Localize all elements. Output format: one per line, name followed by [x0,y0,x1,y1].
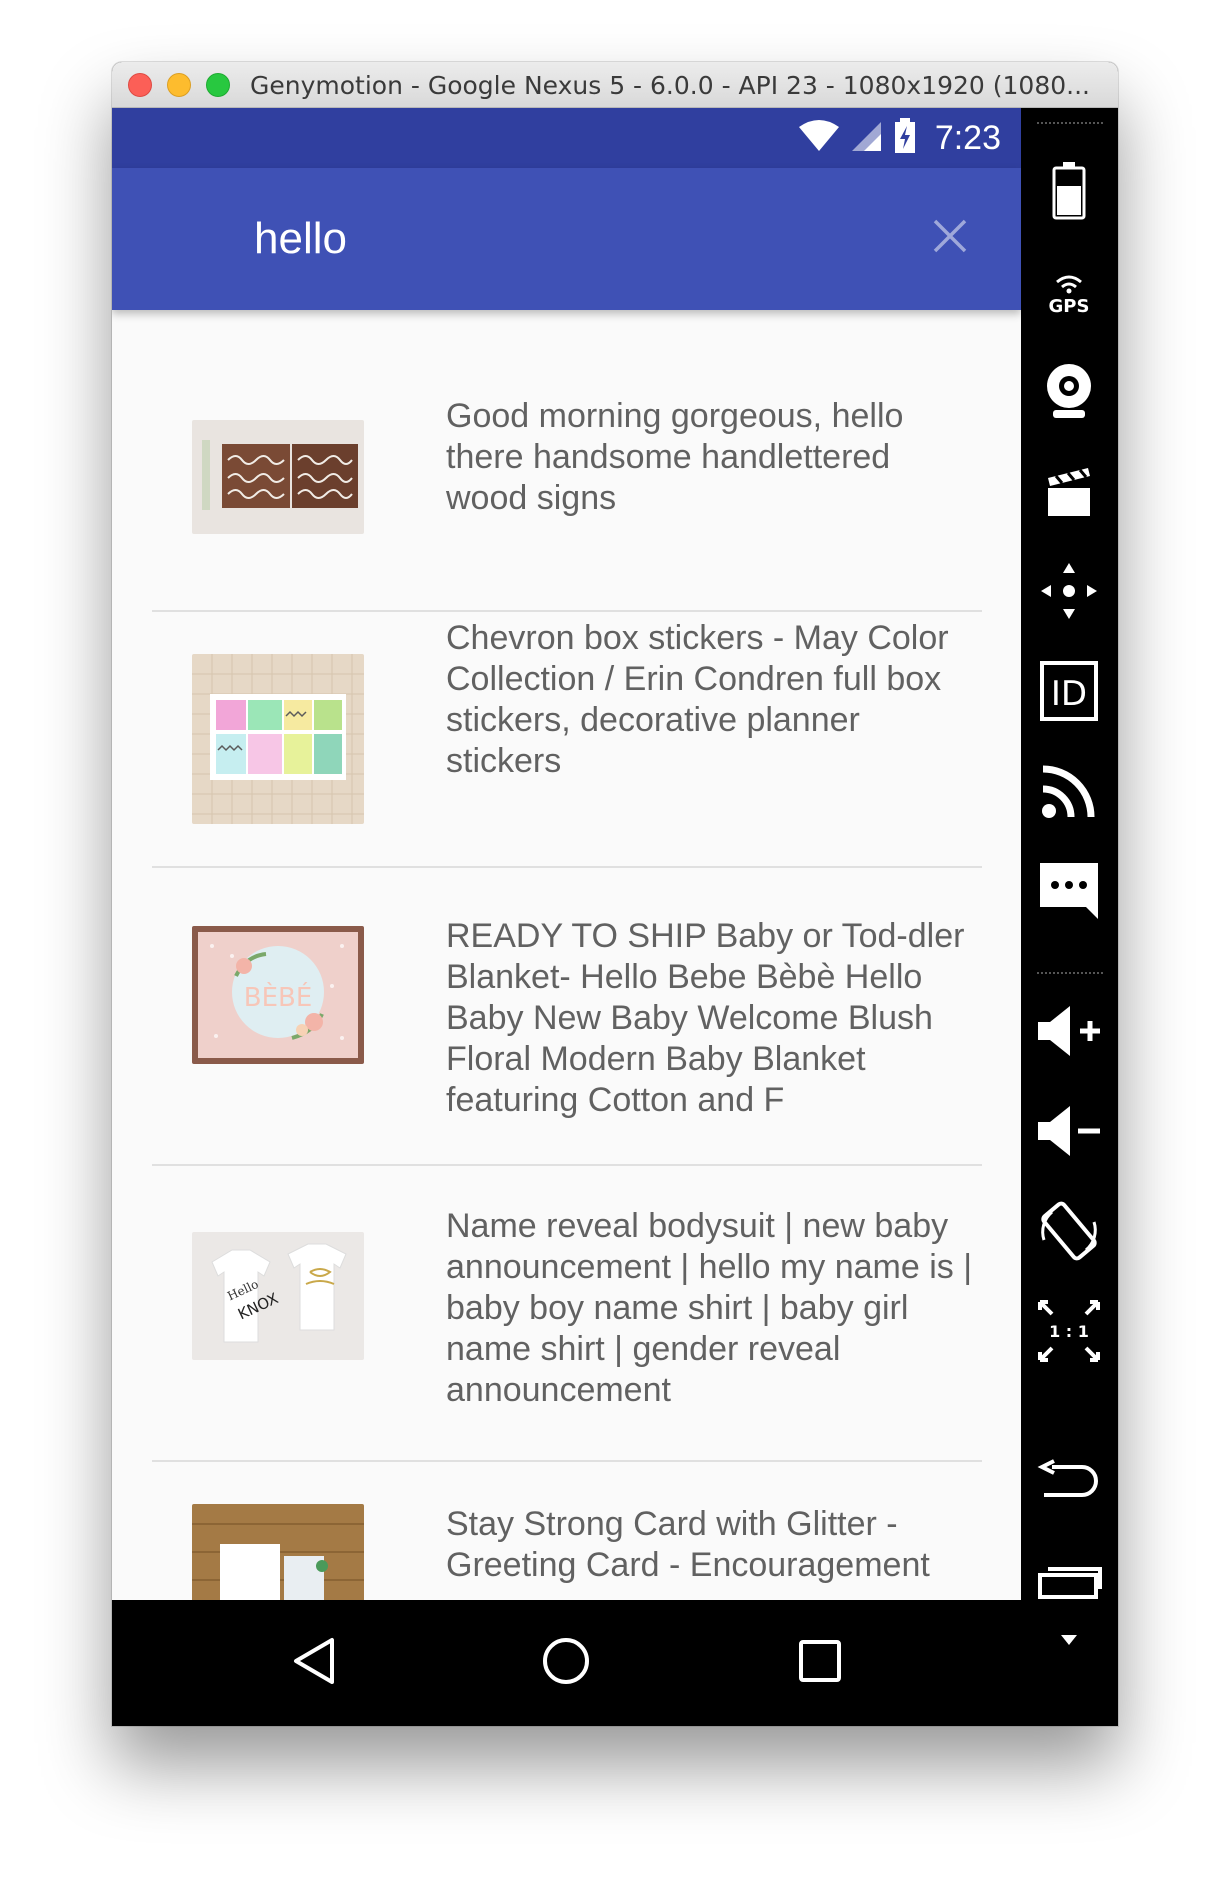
recents-button[interactable] [790,1633,850,1693]
zoom-window-button[interactable] [206,73,230,97]
back-triangle-icon [292,1636,336,1691]
recents-square-icon [798,1639,842,1688]
volume-up-button[interactable] [1036,998,1102,1068]
window-titlebar: Genymotion - Google Nexus 5 - 6.0.0 - AP… [112,62,1118,108]
bodysuit-thumbnail: Hello KNOX [192,1232,364,1360]
pixel-perfect-button[interactable]: 1 : 1 [1036,1298,1102,1369]
minimize-window-button[interactable] [167,73,191,97]
result-title: Name reveal bodysuit | new baby announce… [446,1207,973,1409]
phone-widget-button[interactable] [1039,858,1099,928]
battery-charging-icon [893,117,917,159]
id-label: ID [1051,674,1087,714]
message-bubble-icon [1038,861,1100,926]
signal-waves-icon [1041,763,1097,824]
list-item[interactable]: Good morning gorgeous, hello there hands… [152,310,982,612]
clear-search-button[interactable] [926,214,974,262]
search-toolbar: hello [112,168,1021,310]
rotate-button[interactable] [1039,1198,1099,1268]
result-title: Stay Strong Card with Glitter - Greeting… [446,1505,930,1584]
battery-icon [1052,161,1086,225]
volume-up-icon [1036,1004,1102,1063]
ratio-label: 1 : 1 [1049,1322,1089,1341]
search-input[interactable]: hello [254,214,347,264]
list-item[interactable]: BÈBÉ READY TO SHIP Baby or Tod-dler Blan… [152,870,982,1166]
gps-label: GPS [1049,296,1090,316]
device-id-widget-button[interactable]: ID [1039,658,1099,728]
emulator-window: Genymotion - Google Nexus 5 - 6.0.0 - AP… [112,62,1118,1726]
result-title: Good morning gorgeous, hello there hands… [446,397,904,517]
screencast-widget-button[interactable] [1039,458,1099,528]
webcam-icon [1043,362,1095,425]
list-item[interactable]: Stay Strong Card with Glitter - Greeting… [152,1464,982,1600]
android-back-button[interactable] [1036,1448,1102,1518]
battery-widget-button[interactable] [1039,158,1099,228]
rotate-device-icon [1038,1200,1100,1267]
android-screen: 7:23 hello Good morning gorgeous, hello … [112,108,1021,1726]
wifi-icon [798,119,839,157]
return-arrow-icon [1036,1458,1102,1508]
caret-down-icon [1061,1632,1077,1650]
recent-apps-icon [1036,1561,1102,1606]
list-item[interactable]: Hello KNOX Name reveal bodysuit | new ba… [152,1168,982,1462]
volume-down-icon [1036,1104,1102,1163]
close-window-button[interactable] [128,73,152,97]
status-bar: 7:23 [112,108,1021,168]
id-card-icon: ID [1039,660,1099,727]
window-title: Genymotion - Google Nexus 5 - 6.0.0 - AP… [250,71,1090,100]
card-thumbnail [192,1504,364,1600]
network-widget-button[interactable] [1039,758,1099,828]
navigation-bar [112,1600,1021,1726]
move-arrows-icon [1039,561,1099,626]
back-button[interactable] [284,1633,344,1693]
home-circle-icon [541,1636,591,1691]
toolbar-divider [1037,972,1103,974]
scale-one-to-one-icon: 1 : 1 [1036,1298,1102,1369]
toolbar-divider [1037,122,1103,124]
webcam-widget-button[interactable] [1039,358,1099,428]
dpad-widget-button[interactable] [1039,558,1099,628]
results-list[interactable]: Good morning gorgeous, hello there hands… [112,310,1021,1600]
blanket-lettering: BÈBÉ [244,981,313,1013]
genymotion-toolbar: GPS ID 1: 1 [1021,108,1118,1726]
home-button[interactable] [536,1633,596,1693]
status-time: 7:23 [934,118,1001,157]
wood-signs-thumbnail [192,420,364,534]
result-title: Chevron box stickers - May Color Collect… [446,619,949,780]
volume-down-button[interactable] [1036,1098,1102,1168]
clapperboard-icon [1044,464,1094,523]
list-item[interactable]: Chevron box stickers - May Color Collect… [152,614,982,868]
cell-signal-icon [851,120,881,157]
gps-icon: GPS [1041,266,1097,321]
result-title: READY TO SHIP Baby or Tod-dler Blanket- … [446,917,965,1119]
gps-widget-button[interactable]: GPS [1039,258,1099,328]
baby-blanket-thumbnail: BÈBÉ [192,926,364,1064]
toolbar-more-button[interactable] [1039,1626,1099,1656]
stickers-thumbnail [192,654,364,824]
android-recents-button[interactable] [1036,1548,1102,1618]
close-icon [932,218,968,259]
